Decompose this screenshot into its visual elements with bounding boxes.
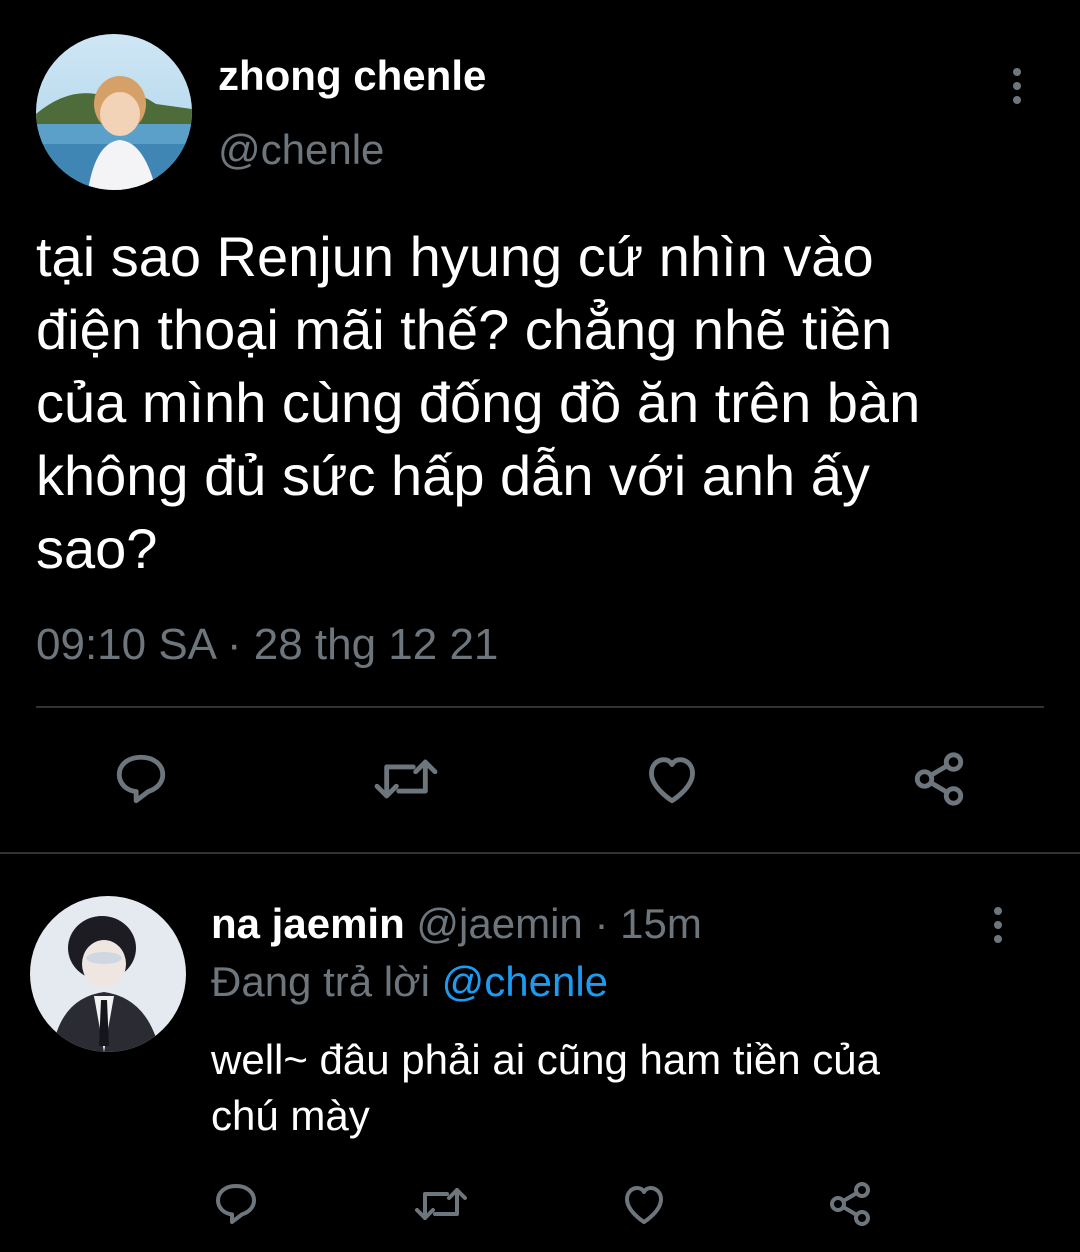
tweet-text: tại sao Renjun hyung cứ nhìn vào điện th… [36, 220, 920, 585]
display-name[interactable]: zhong chenle [218, 52, 486, 100]
handle[interactable]: @jaemin [416, 900, 582, 947]
tweet-text-line: chú mày [211, 1092, 370, 1139]
avatar[interactable] [36, 34, 192, 190]
like-icon[interactable] [643, 750, 701, 808]
handle[interactable]: @chenle [218, 126, 384, 174]
avatar[interactable] [30, 896, 186, 1052]
tweet-text-line: điện thoại mãi thế? chẳng nhẽ tiền [36, 298, 893, 361]
replying-to: Đang trả lời @chenle [211, 958, 608, 1006]
retweet-icon[interactable] [412, 1180, 470, 1228]
replying-prefix: Đang trả lời [211, 958, 430, 1005]
display-name[interactable]: na jaemin [211, 900, 405, 947]
tweet-text-line: sao? [36, 517, 158, 580]
tweet-text-line: của mình cùng đống đồ ăn trên bàn [36, 371, 921, 434]
section-divider [0, 852, 1080, 854]
separator-dot: · [226, 620, 242, 669]
mention-link[interactable]: @chenle [442, 958, 608, 1005]
tweet-text: well~ đâu phải ai cũng ham tiền của chú … [211, 1032, 880, 1144]
share-icon[interactable] [910, 750, 968, 808]
more-vertical-icon[interactable] [994, 907, 1002, 949]
share-icon[interactable] [826, 1180, 874, 1228]
tweet-text-line: không đủ sức hấp dẫn với anh ấy [36, 444, 870, 507]
more-vertical-icon[interactable] [1013, 68, 1021, 110]
tweet-text-line: well~ đâu phải ai cũng ham tiền của [211, 1036, 880, 1083]
time-ago[interactable]: 15m [620, 900, 702, 947]
retweet-icon[interactable] [372, 750, 440, 808]
tweet-time: 09:10 SA [36, 620, 215, 669]
like-icon[interactable] [620, 1180, 668, 1228]
timestamp[interactable]: 09:10 SA · 28 thg 12 21 [36, 620, 498, 670]
reply-icon[interactable] [112, 750, 170, 808]
reply-icon[interactable] [212, 1180, 260, 1228]
tweet-date: 28 thg 12 21 [253, 620, 499, 669]
divider [36, 706, 1044, 708]
reply-header: na jaemin @jaemin · 15m [211, 900, 702, 948]
tweet-text-line: tại sao Renjun hyung cứ nhìn vào [36, 225, 874, 288]
separator-dot: · [594, 900, 609, 947]
